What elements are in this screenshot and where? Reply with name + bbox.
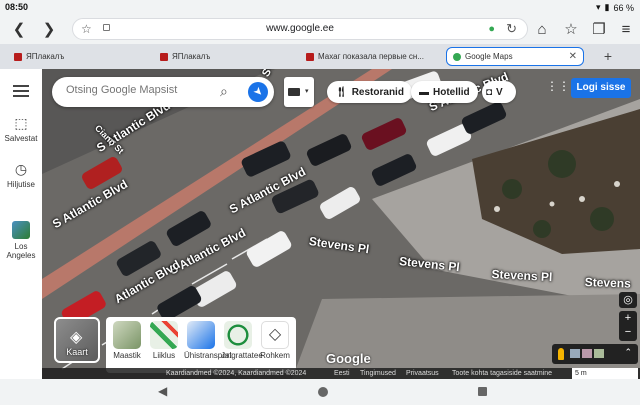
country-link[interactable]: Eesti (334, 368, 350, 379)
tab-switcher-icon[interactable]: ❐ (590, 20, 608, 38)
chip-restaurants[interactable]: 🍴︎ Restoranid (327, 81, 412, 103)
forward-icon[interactable]: ❯ (40, 20, 58, 38)
tab-title: Махаг показала первые сн... (318, 52, 424, 61)
layers-stack-icon: ◇ (261, 321, 289, 349)
bed-icon: ▬ (419, 86, 429, 98)
status-bar: 08:50 ▾ ▮ 66 % (0, 0, 640, 14)
layer-terrain[interactable]: Maastik (110, 321, 144, 360)
clock: 08:50 (5, 2, 29, 12)
sidebar-item-saved[interactable]: ⬚ Salvestat (0, 115, 42, 143)
layers-panel: Maastik Liiklus Ühistransport Jalgrattat… (106, 317, 296, 373)
hamburger-menu-icon[interactable] (13, 85, 29, 100)
feedback-link[interactable]: Toote kohta tagasiside saatmine (452, 368, 552, 379)
transit-icon (187, 321, 215, 349)
chip-label: Hotellid (433, 86, 470, 98)
bookmark-icon: ⬚ (14, 115, 28, 131)
zoom-out-icon[interactable]: − (619, 326, 637, 341)
layer-traffic[interactable]: Liiklus (147, 321, 181, 360)
sidebar-item-label: Hiljutise (6, 180, 35, 189)
sidebar-item-los-angeles[interactable]: Los Angeles (0, 221, 42, 260)
maps-pin-icon: ● (488, 23, 495, 35)
layer-label: Jalgrattatee (221, 351, 263, 360)
favicon (306, 52, 314, 61)
tab-3-active[interactable]: Google Maps ✕ (446, 47, 584, 66)
search-input[interactable] (66, 84, 214, 96)
url-text[interactable]: www.google.ee (73, 23, 527, 34)
tab-title: ЯПлакалъ (26, 52, 65, 61)
traffic-icon (150, 321, 178, 349)
home-icon[interactable]: ⌂ (533, 20, 551, 38)
reload-icon[interactable]: ↻ (506, 21, 517, 37)
google-logo: Google (326, 351, 371, 366)
layers-icon: ◈ (70, 329, 83, 346)
battery-icon: ▮ (604, 2, 610, 12)
sidebar-item-label: Salvestat (4, 134, 38, 143)
sidebar-item-recent[interactable]: ◷ Hiljutise (0, 161, 42, 189)
place-thumbnail (12, 221, 30, 239)
layer-transit[interactable]: Ühistransport (184, 321, 232, 360)
system-navigation-bar: ◀ (0, 379, 640, 405)
search-icon[interactable]: ⌕ (220, 83, 228, 100)
attribution-bar: Kaardiandmed ©2024, Kaardiandmed ©2024 E… (42, 368, 640, 379)
status-icons: ▾ ▮ 66 % (596, 2, 634, 13)
layer-label: Rohkem (260, 351, 290, 360)
camera-icon: ◘ (486, 86, 493, 98)
layer-label: Liiklus (152, 351, 176, 360)
sign-in-button[interactable]: Logi sisse (571, 78, 631, 98)
pegman-icon[interactable] (558, 348, 564, 360)
zoom-in-icon[interactable]: + (619, 311, 637, 326)
directions-icon[interactable]: ➤ (243, 77, 273, 107)
layer-more[interactable]: ◇ Rohkem (258, 321, 292, 360)
favicon (453, 52, 461, 61)
chip-label: V (496, 86, 503, 98)
dropdown-icon: ▾ (305, 88, 309, 95)
sidebar-item-label: Los Angeles (6, 242, 36, 260)
tab-strip: ЯПлакалъ ЯПлакалъ Махаг показала первые … (0, 44, 640, 69)
imagery-thumbnails (570, 349, 604, 358)
chip-label: Restoranid (351, 86, 404, 98)
favicon (160, 52, 168, 61)
back-nav-icon[interactable]: ◀ (158, 384, 167, 398)
layer-biking[interactable]: Jalgrattatee (221, 321, 263, 360)
zoom-controls: + − (619, 311, 637, 341)
chip-things-to-do[interactable]: ◘ V (482, 81, 516, 103)
new-tab-icon[interactable]: + (604, 48, 612, 64)
tab-1[interactable]: ЯПлакалъ (154, 47, 296, 66)
bookmarks-icon[interactable]: ☆ (562, 20, 580, 38)
layer-toggle-label: Kaart (66, 347, 88, 357)
layer-label: Maastik (113, 351, 141, 360)
tab-2[interactable]: Махаг показала первые сн... (300, 47, 442, 66)
browser-toolbar: ❮ ❯ ☆ www.google.ee ● ↻ ⌂ ☆ ❐ ≡ (0, 14, 640, 44)
chip-hotels[interactable]: ▬ Hotellid (411, 81, 478, 103)
home-nav-icon[interactable] (318, 387, 328, 397)
street-label: Stevens (584, 275, 632, 291)
tab-0[interactable]: ЯПлакалъ (8, 47, 150, 66)
history-icon: ◷ (14, 161, 28, 177)
street-view-control[interactable]: ⌃ (552, 344, 638, 364)
terms-link[interactable]: Tingimused (360, 368, 396, 379)
card-icon (288, 88, 300, 96)
maps-sidebar: ⬚ Salvestat ◷ Hiljutise Los Angeles ❯ (0, 69, 42, 393)
chevron-up-icon[interactable]: ⌃ (624, 347, 632, 358)
tab-title: Google Maps (465, 52, 513, 61)
terrain-icon (113, 321, 141, 349)
tab-title: ЯПлакалъ (172, 52, 211, 61)
scale-bar[interactable]: 5 m (572, 368, 638, 379)
fork-knife-icon: 🍴︎ (335, 86, 348, 98)
menu-icon[interactable]: ≡ (617, 20, 635, 38)
search-box[interactable]: ⌕ ➤ (52, 77, 274, 107)
signal-icon: ▾ (596, 2, 601, 12)
battery-level: 66 % (613, 2, 634, 13)
favicon (14, 52, 22, 61)
layer-toggle-map[interactable]: ◈ Kaart (54, 317, 100, 363)
bike-icon (224, 321, 252, 349)
map-data-credit: Kaardiandmed ©2024, Kaardiandmed ©2024 (166, 370, 307, 377)
my-location-icon[interactable]: ◎ (619, 292, 637, 308)
chip-prev-category[interactable]: ▾ (284, 77, 314, 107)
recents-nav-icon[interactable] (478, 387, 487, 396)
privacy-link[interactable]: Privaatsus (406, 368, 439, 379)
close-tab-icon[interactable]: ✕ (569, 51, 577, 62)
address-bar[interactable]: ☆ www.google.ee ● ↻ (72, 18, 528, 40)
back-icon[interactable]: ❮ (10, 20, 28, 38)
